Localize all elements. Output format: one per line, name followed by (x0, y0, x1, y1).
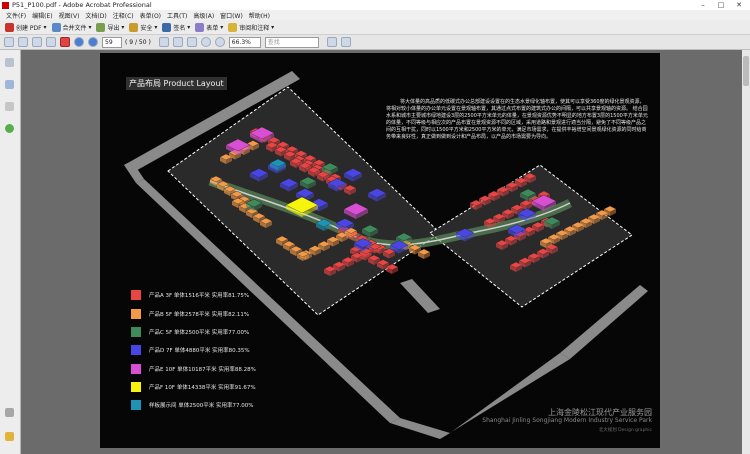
fit-page-icon[interactable] (340, 37, 351, 47)
page-number-input[interactable]: 59 (102, 36, 122, 48)
menu-tools[interactable]: 工具(T) (167, 11, 187, 20)
menu-form[interactable]: 表单(O) (140, 11, 161, 20)
pen-icon (162, 22, 172, 32)
road-south (390, 418, 450, 439)
acrobat-icon (2, 1, 9, 9)
pages-icon[interactable] (5, 58, 14, 67)
close-icon[interactable]: ✕ (730, 0, 748, 10)
export-button[interactable]: 导出 ▾ (96, 22, 124, 32)
menu-window[interactable]: 窗口(W) (220, 11, 243, 20)
select-icon[interactable] (158, 37, 169, 47)
legend-item: 产品C 5F 单体2500平米 实用率77.00% (131, 327, 249, 337)
navigation-toolbar: 59 ( 9 / 50 ) 66.3% 查找 (0, 35, 750, 50)
help-icon[interactable] (5, 124, 14, 133)
form-icon (195, 22, 205, 32)
scroll-thumb[interactable] (743, 56, 749, 86)
legend-item: 产品A 3F 单体1516平米 实用率81.75% (131, 290, 249, 300)
legend-swatch-f (131, 382, 141, 392)
legend-item: 样板展示间 单体2500平米 实用率77.00% (131, 400, 253, 410)
bookmarks-icon[interactable] (5, 80, 14, 89)
menu-file[interactable]: 文件(F) (6, 11, 26, 20)
zoom-out-icon[interactable] (200, 37, 211, 47)
main-toolbar: 创建 PDF ▾ 合并文件 ▾ 导出 ▾ 安全 ▾ 签名 ▾ 表单 ▾ 审阅和注… (0, 20, 750, 35)
legend-swatch-b (131, 309, 141, 319)
pdf-create-icon (5, 22, 14, 32)
secure-button[interactable]: 安全 ▾ (129, 22, 157, 32)
navigation-pane (0, 50, 21, 454)
road-inner (400, 279, 440, 313)
attachments-icon[interactable] (5, 408, 14, 417)
legend-swatch-c (131, 327, 141, 337)
save-icon[interactable] (32, 37, 42, 47)
page-icon[interactable] (326, 37, 337, 47)
window-title: P51_P100.pdf - Adobe Acrobat Professiona… (12, 1, 152, 9)
menu-advanced[interactable]: 高级(A) (193, 11, 214, 20)
pdf-page: 产品布局 Product Layout 将大体量的高品质的低碳式办公总部建设设置… (100, 53, 660, 448)
zoom-field[interactable]: 66.3% (228, 36, 261, 48)
comment-icon (228, 22, 238, 32)
title-bar: P51_P100.pdf - Adobe Acrobat Professiona… (0, 0, 750, 10)
email-icon[interactable] (46, 37, 56, 47)
zoom-in-icon[interactable] (214, 37, 225, 47)
export-icon (96, 22, 106, 32)
hand-icon[interactable] (172, 37, 183, 47)
road-southeast (440, 353, 570, 439)
sign-button[interactable]: 签名 ▾ (162, 22, 190, 32)
create-pdf-button[interactable]: 创建 PDF ▾ (5, 22, 47, 32)
page-title: 产品布局 Product Layout (126, 77, 227, 90)
next-page-icon[interactable] (88, 37, 98, 47)
vertical-scrollbar[interactable] (742, 50, 750, 454)
footer-title-en: Shanghai Jinling Songjiang Modern Indust… (482, 417, 652, 424)
signatures-icon[interactable] (5, 102, 14, 111)
legend-swatch-e (131, 364, 141, 374)
zoom-icon[interactable] (186, 37, 197, 47)
legend-swatch-g (131, 400, 141, 410)
comments-panel-icon[interactable] (5, 432, 14, 441)
find-input[interactable]: 查找 (264, 36, 319, 48)
menu-comment[interactable]: 注释(C) (113, 11, 134, 20)
legend-item: 产品D 7F 单体4880平米 实用率80.35% (131, 345, 250, 355)
maximize-icon[interactable]: □ (712, 0, 730, 10)
menu-edit[interactable]: 编辑(E) (32, 11, 52, 20)
open-icon[interactable] (4, 37, 14, 47)
forms-button[interactable]: 表单 ▾ (195, 22, 223, 32)
legend-item: 产品F 10F 单体14338平米 实用率91.67% (131, 382, 256, 392)
footer-credit: 北大规划 Design graphic (598, 428, 652, 433)
legend-item: 产品E 10F 单体10187平米 实用率88.28% (131, 364, 256, 374)
road-east (560, 285, 648, 359)
prev-page-icon[interactable] (74, 37, 84, 47)
minimize-icon[interactable]: – (694, 0, 712, 10)
legend-swatch-d (131, 345, 141, 355)
description-paragraph: 将大体量的高品质的低碳式办公总部建设设置在的生态水景绿化轴布置，使其可以享受36… (386, 99, 648, 140)
menu-view[interactable]: 视图(V) (59, 11, 80, 20)
review-button[interactable]: 审阅和注释 ▾ (228, 22, 274, 32)
legend-item: 产品B 5F 单体2578平米 实用率82.11% (131, 309, 249, 319)
legend-swatch-a (131, 290, 141, 300)
combine-button[interactable]: 合并文件 ▾ (51, 22, 91, 32)
menu-document[interactable]: 文档(D) (85, 11, 106, 20)
combine-icon (51, 22, 61, 32)
print-icon[interactable] (18, 37, 28, 47)
lock-icon (129, 22, 139, 32)
window-controls: – □ ✕ (694, 0, 748, 10)
menu-help[interactable]: 帮助(H) (249, 11, 270, 20)
page-count: ( 9 / 50 ) (125, 38, 151, 46)
stop-icon[interactable] (60, 37, 70, 47)
